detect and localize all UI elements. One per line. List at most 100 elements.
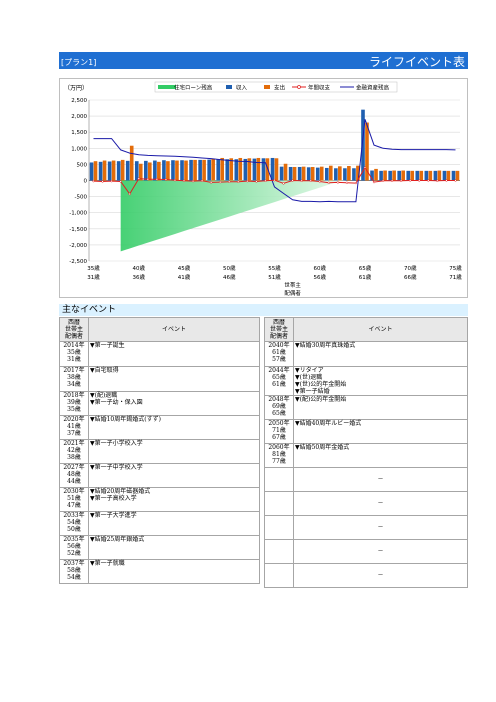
income-bar (433, 170, 438, 181)
expense-bar (202, 159, 206, 181)
annual-balance-line-point (291, 179, 294, 182)
expense-bar (383, 170, 387, 181)
income-bar (388, 170, 392, 181)
income-bar (451, 170, 456, 181)
legend-label: 収入 (236, 85, 248, 92)
event-list: ▼第一子誕生 (88, 341, 260, 367)
y-tick-label: 1,000 (71, 146, 87, 152)
event-list: ▼第一子小学校入学 (88, 439, 260, 464)
chart-svg: （万円） 2,500 2,000 1,500 1,000 500 0 -500 -1,000 -1… (64, 81, 462, 297)
annual-balance-line-point (354, 181, 358, 185)
income-bar (198, 159, 202, 181)
annual-balance-line-point (164, 178, 168, 181)
event-list: ▼結婚40周年ルビー婚式 (293, 419, 468, 444)
event-row: 2050年 71歳 67歳 ▼結婚40周年ルビー婚式 (264, 419, 468, 444)
event-year: 2018年 39歳 35歳 (59, 391, 89, 416)
income-bar (279, 166, 284, 181)
events-title-text: 主なイベント (62, 305, 117, 315)
income-bar (189, 159, 193, 181)
x-tick-spouse: 31歳 (87, 273, 100, 281)
event-year: 2050年 71歳 67歳 (264, 419, 294, 444)
event-list: ▼第一子大学進学 (88, 511, 260, 536)
annual-balance-line-point (173, 179, 177, 182)
expense-bar (193, 159, 197, 181)
events-table-left: 西暦 世帯主 配偶者 イベント 2014年 35歳 31歳 ▼第一子誕生 2017年 38歳 34歳… (59, 317, 260, 584)
event-year (264, 467, 294, 492)
income-bar (171, 160, 175, 181)
y-tick-label: -2,000 (69, 243, 87, 249)
annual-balance-line-point (372, 180, 376, 184)
legend-label: 年間収支 (308, 84, 331, 92)
income-bar (162, 160, 166, 181)
annual-balance-line-point (418, 179, 421, 182)
y-tick-label: -1,500 (69, 227, 87, 233)
expense-bar (292, 166, 297, 181)
expense-bar (211, 158, 215, 181)
annual-balance-line-point (427, 179, 430, 182)
annual-balance-line-point (237, 180, 240, 183)
legend-marker (297, 85, 301, 89)
x-tick-spouse: 46歳 (223, 273, 236, 281)
annual-balance-line-point (219, 180, 222, 184)
life-event-chart: （万円） 2,500 2,000 1,500 1,000 500 0 -500 -1,000 -1… (59, 78, 468, 298)
income-bar (406, 170, 411, 181)
annual-balance-line-point (445, 179, 448, 182)
event-list: ▼結婚25周年銀婚式 (88, 535, 260, 560)
annual-balance-line-point (409, 179, 412, 182)
income-bar (397, 170, 402, 181)
income-bar (315, 167, 320, 181)
event-year: 2037年 58歳 54歳 (59, 559, 89, 584)
expense-bar (446, 170, 451, 181)
expense-bar (374, 168, 378, 181)
event-row: 2044年 65歳 61歳 ▼リタイア ▼(世)退職 ▼(世)公的年金開始 ▼第一子結婚 (264, 366, 468, 396)
col-header-year: 西暦 世帯主 配偶者 (59, 317, 89, 342)
expense-bar (166, 161, 170, 181)
annual-balance-line-point (92, 179, 95, 183)
y-unit-label: （万円） (64, 85, 88, 92)
x-axis-label-spouse: 配偶者 (284, 289, 301, 297)
annual-balance-line-point (246, 179, 249, 183)
expense-bar (120, 159, 125, 181)
event-list: ▼第一子就職 (88, 559, 260, 584)
annual-balance-line-point (300, 179, 303, 182)
expense-bar (455, 170, 460, 181)
y-tick-label: -1,000 (69, 211, 87, 217)
income-bar (144, 160, 148, 181)
event-list: ▼結婚10周年錫婚式(すず) (88, 415, 260, 440)
annual-balance-line-point (200, 179, 204, 182)
income-bar (125, 160, 130, 181)
annual-balance-line-point (155, 178, 159, 181)
annual-balance-line-point (146, 178, 149, 181)
income-bar (288, 166, 293, 181)
annual-balance-line-point (255, 180, 258, 183)
event-list: ▼第一子中学校入学 (88, 463, 260, 488)
annual-balance-line-point (191, 179, 195, 183)
col-header-event: イベント (88, 317, 260, 342)
annual-balance-line-point (381, 179, 385, 182)
expense-bar (129, 145, 134, 181)
event-year: 2014年 35歳 31歳 (59, 341, 89, 367)
expense-bar (419, 170, 424, 181)
x-tick-spouse: 56歳 (313, 273, 326, 281)
income-bar (225, 159, 230, 181)
annual-balance-line-point (436, 179, 439, 182)
income-bar (379, 170, 383, 181)
events-table-right: 西暦 世帯主 配偶者 イベント 2040年 61歳 57歳 ▼結婚30周年真珠婚式 2044年 6… (264, 317, 468, 588)
income-bar (424, 170, 429, 181)
event-year (264, 515, 294, 540)
income-bar (297, 166, 302, 181)
event-list: － (293, 515, 468, 540)
legend-label: 住宅ローン残高 (174, 84, 213, 92)
annual-balance-line-point (363, 166, 367, 169)
income-bar (324, 167, 329, 181)
x-tick-spouse: 41歳 (178, 273, 191, 281)
expense-bar (428, 170, 433, 181)
event-list: － (293, 467, 468, 492)
income-bar (352, 168, 356, 181)
expense-bar (392, 170, 396, 181)
x-tick-spouse: 51歳 (268, 273, 281, 281)
annual-balance-line-point (390, 179, 394, 182)
legend-label: 金融資産残高 (356, 84, 390, 92)
x-tick-householder: 60歳 (313, 264, 326, 272)
x-axis-label-householder: 世帯主 (284, 281, 301, 289)
